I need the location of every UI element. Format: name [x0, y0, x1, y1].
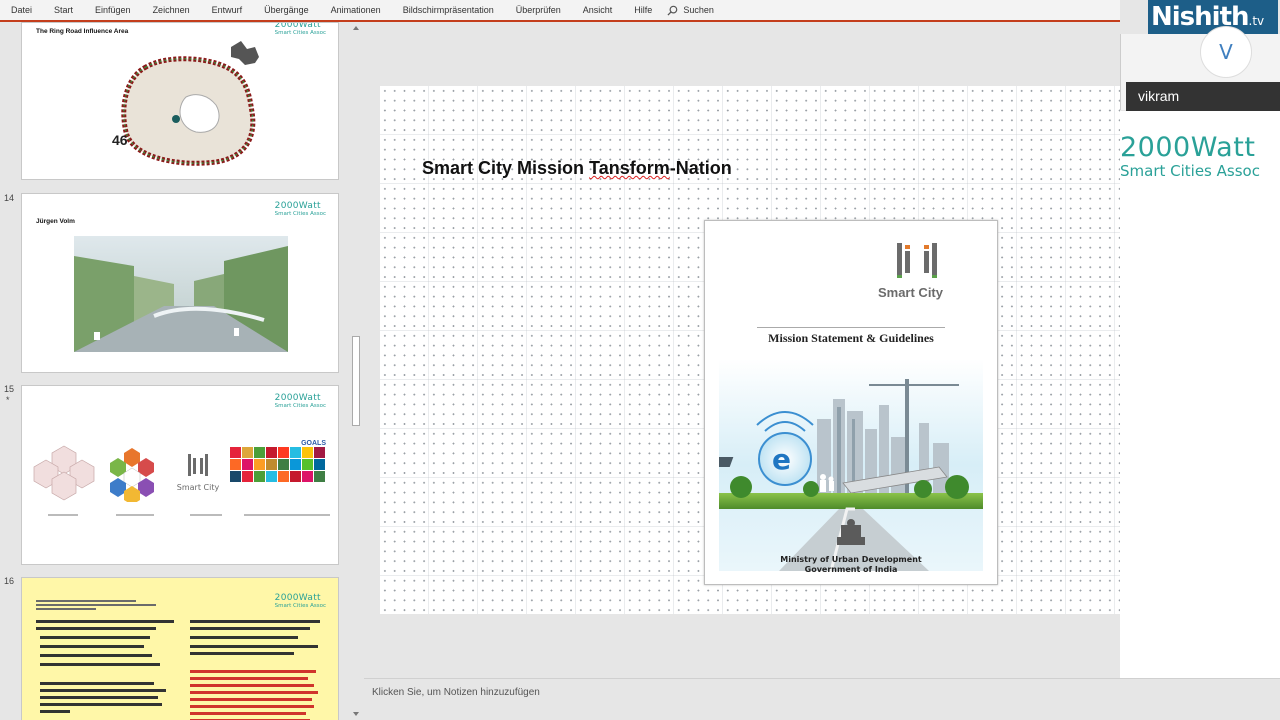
slide-thumbnail-16[interactable]: 2000Watt Smart Cities Assoc [21, 577, 339, 720]
association-logo: 2000Watt Smart Cities Assoc [274, 393, 326, 410]
search-icon [667, 5, 678, 16]
smart-city-guidelines-cover-image[interactable]: Smart City Mission Statement & Guideline… [704, 220, 998, 585]
cover-ministry-text: Ministry of Urban Development [780, 555, 922, 564]
avatar: V [1200, 26, 1252, 78]
thumbnail-title: Jürgen Volm [36, 218, 75, 225]
sdg-goals-image: GOALS [230, 440, 326, 496]
search-label: Suchen [683, 5, 714, 15]
colored-hexagon-diagram-image [110, 448, 154, 502]
hexagon-diagram-image [33, 445, 95, 501]
smart-city-emblem-icon [188, 454, 208, 476]
menu-datei[interactable]: Datei [0, 5, 43, 15]
participant-name-label: vikram [1126, 82, 1280, 111]
current-slide-canvas[interactable]: Smart City Mission Tansform-Nation Smart… [380, 86, 1227, 614]
menu-uebergaenge[interactable]: Übergänge [253, 5, 320, 15]
search-box[interactable]: Suchen [663, 5, 725, 16]
thumbnail-scrollbar[interactable] [350, 22, 362, 720]
slide-number-14: 14 [4, 193, 15, 203]
menu-ansicht[interactable]: Ansicht [572, 5, 624, 15]
scroll-down-arrow-icon[interactable] [353, 712, 359, 716]
thumbnail-title: The Ring Road Influence Area [36, 28, 129, 35]
menu-zeichnen[interactable]: Zeichnen [142, 5, 201, 15]
slide-thumbnail-pane: The Ring Road Influence Area 2000Watt Sm… [0, 22, 364, 720]
association-logo-large: 2000Watt Smart Cities Assoc [1120, 132, 1260, 180]
menu-bildschirmpraesentation[interactable]: Bildschirmpräsentation [392, 5, 505, 15]
cover-government-text: Government of India [804, 565, 898, 574]
scroll-up-arrow-icon[interactable] [353, 26, 359, 30]
smart-city-small-logo: Smart City [168, 452, 228, 492]
menu-einfuegen[interactable]: Einfügen [84, 5, 142, 15]
slide-thumbnail-15[interactable]: 2000Watt Smart Cities Assoc Smart City G… [21, 385, 339, 565]
menu-animationen[interactable]: Animationen [320, 5, 392, 15]
slide-thumbnail-13[interactable]: The Ring Road Influence Area 2000Watt Sm… [21, 22, 339, 180]
thumbnail-captions [32, 514, 332, 517]
svg-text:e: e [772, 443, 791, 476]
text-slide-preview-image [36, 600, 320, 720]
notes-pane[interactable]: Klicken Sie, um Notizen hinzuzufügen [364, 678, 1280, 720]
slide-number-15: 15 [4, 384, 15, 394]
cover-rule [757, 327, 945, 328]
notes-placeholder[interactable]: Klicken Sie, um Notizen hinzuzufügen [372, 687, 540, 698]
cover-city-illustration: e [719, 359, 983, 571]
cover-smart-city-text: Smart City [877, 285, 943, 300]
menu-hilfe[interactable]: Hilfe [623, 5, 663, 15]
video-overlay-background [1120, 111, 1280, 678]
svg-text:46: 46 [112, 132, 128, 148]
scrollbar-handle[interactable] [352, 336, 360, 426]
menu-start[interactable]: Start [43, 5, 84, 15]
menu-ueberpruefen[interactable]: Überprüfen [505, 5, 572, 15]
slide-animation-marker: * [6, 395, 10, 405]
menu-entwurf[interactable]: Entwurf [201, 5, 254, 15]
slide-number-16: 16 [4, 576, 15, 586]
smart-city-emblem-icon [897, 243, 937, 278]
association-logo: 2000Watt Smart Cities Assoc [274, 201, 326, 218]
cover-mission-statement: Mission Statement & Guidelines [768, 331, 934, 345]
ring-road-map-image: 46 [112, 41, 259, 166]
association-logo: 2000Watt Smart Cities Assoc [274, 22, 326, 36]
green-architecture-render-image [74, 236, 288, 352]
slide-title[interactable]: Smart City Mission Tansform-Nation [422, 158, 732, 179]
ribbon-menu-bar: Datei Start Einfügen Zeichnen Entwurf Üb… [0, 0, 1120, 22]
slide-thumbnail-14[interactable]: Jürgen Volm 2000Watt Smart Cities Assoc [21, 193, 339, 373]
